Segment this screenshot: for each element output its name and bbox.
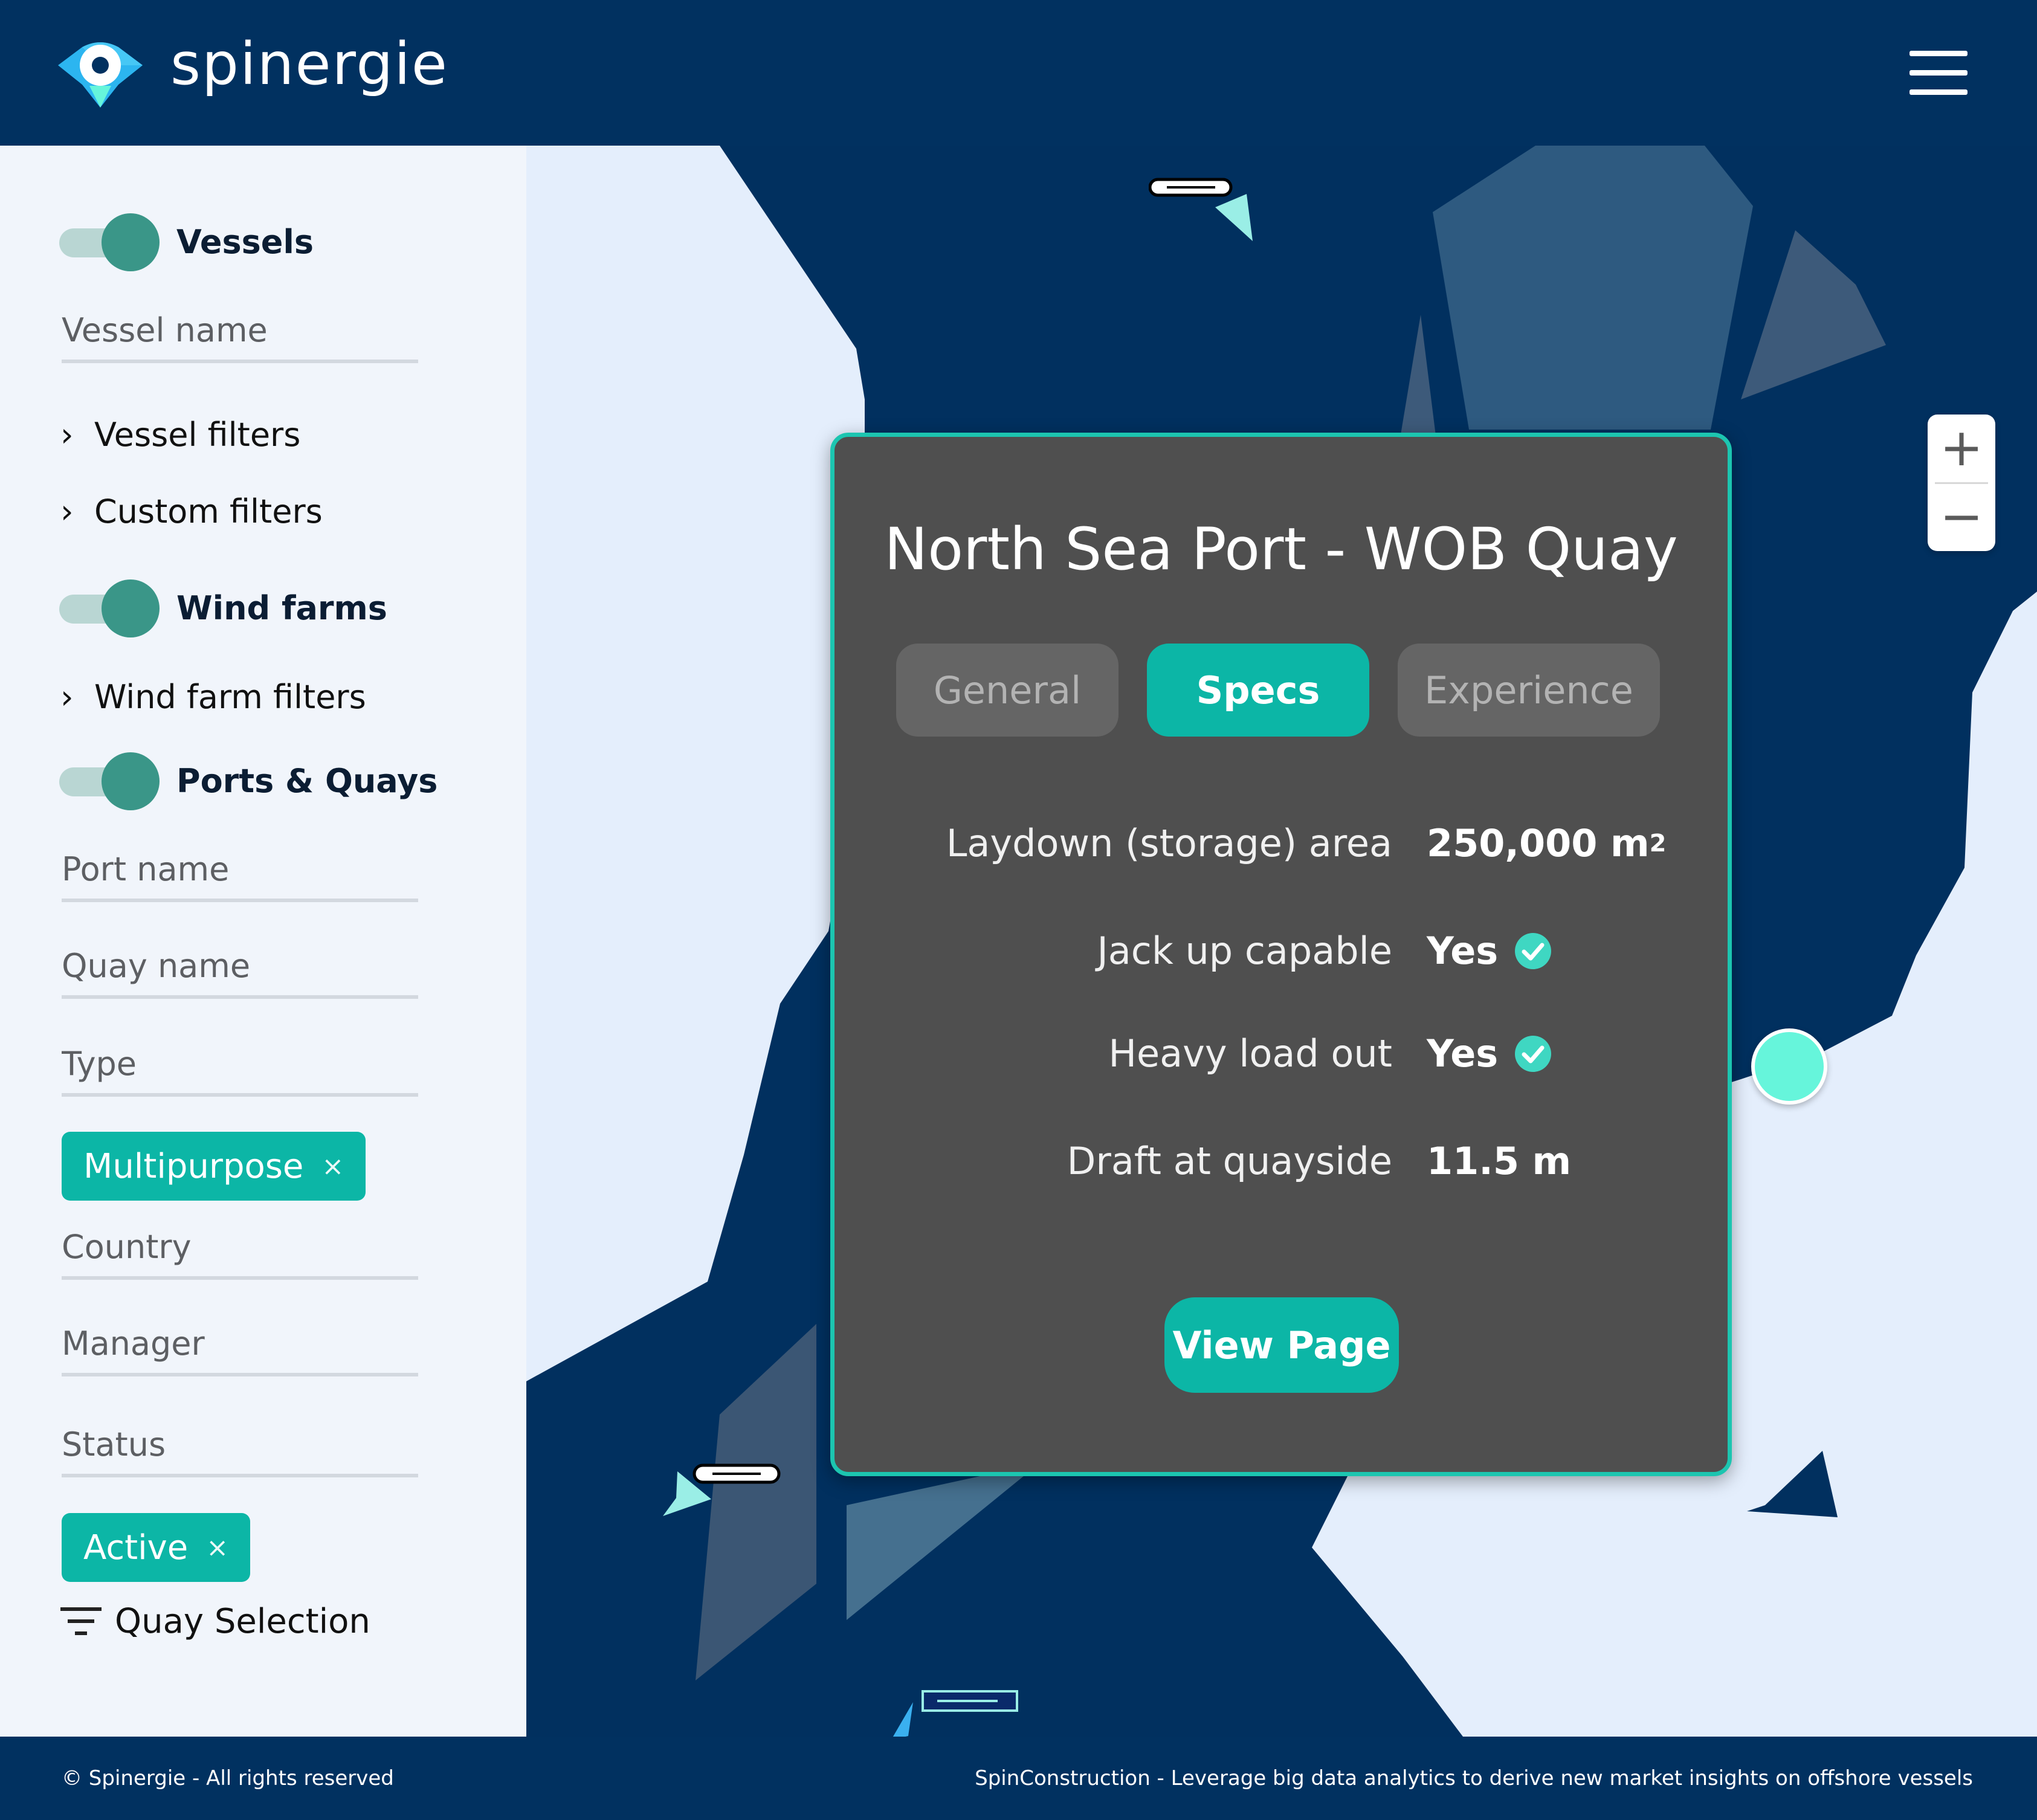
spec-label: Laydown (storage) area [946,821,1392,865]
spec-value-text: Yes [1427,1031,1499,1076]
vessel-name-input[interactable] [62,303,418,357]
status-chip-active[interactable]: Active × [62,1513,251,1582]
manager-field [62,1316,418,1376]
chevron-right-icon: › [60,416,74,454]
port-name-field [62,842,418,902]
spec-value-text: 11.5 m [1427,1139,1572,1183]
spec-row-heavy-load: Heavy load out Yes [834,1027,1728,1081]
check-circle-icon [1515,933,1552,969]
chevron-right-icon: › [60,678,74,716]
wind-farms-label: Wind farms [176,589,387,627]
spec-row-draft: Draft at quayside 11.5 m [834,1134,1728,1189]
vessel-name-field [62,303,418,363]
spec-row-jack-up: Jack up capable Yes [834,924,1728,978]
chip-label: Active [83,1528,189,1567]
port-location-marker[interactable] [1751,1028,1827,1105]
popup-title: North Sea Port - WOB Quay [884,515,1678,583]
quay-selection-button[interactable]: Quay Selection [60,1602,370,1641]
wind-farms-toggle[interactable] [59,579,162,640]
port-name-input[interactable] [62,842,418,896]
country-field [62,1219,418,1280]
view-page-button[interactable]: View Page [1164,1297,1399,1393]
ports-quays-label: Ports & Quays [176,762,438,800]
copyright-text: © Spinergie - All rights reserved [62,1766,394,1790]
close-icon[interactable]: × [206,1532,228,1563]
field-underline [62,1093,418,1097]
field-underline [62,1474,418,1477]
spec-value: Yes [1427,924,1552,978]
hamburger-icon [1909,51,1968,56]
vessels-label: Vessels [176,223,314,261]
wind-farm-filters-expander[interactable]: › Wind farm filters [60,673,366,721]
vessel-marker[interactable] [889,1686,1028,1737]
tab-general[interactable]: General [896,644,1119,737]
type-field [62,1036,418,1097]
spec-label: Jack up capable [1097,929,1393,973]
zoom-out-button[interactable]: − [1928,483,1995,550]
field-underline [62,995,418,999]
quay-selection-label: Quay Selection [115,1602,370,1641]
wind-farm-filters-label: Wind farm filters [94,678,366,716]
custom-filters-expander[interactable]: › Custom filters [60,488,323,536]
field-underline [62,1373,418,1376]
map-zoom-controls: + − [1928,415,1995,551]
status-field [62,1417,418,1477]
brand-name[interactable]: spinergie [170,28,448,100]
spec-value-superscript: 2 [1649,830,1667,857]
custom-filters-label: Custom filters [94,492,323,531]
filter-list-icon [60,1607,102,1635]
toggle-knob [102,213,160,271]
ports-quays-toggle[interactable] [59,752,162,813]
type-chip-multipurpose[interactable]: Multipurpose × [62,1132,366,1201]
app-header: spinergie [0,0,2037,146]
chip-label: Multipurpose [83,1146,304,1186]
vessel-marker[interactable] [1149,177,1257,250]
spec-value: 250,000 m2 [1427,816,1666,871]
spec-label: Draft at quayside [1067,1139,1392,1183]
vessel-filters-label: Vessel filters [94,416,301,454]
zoom-in-button[interactable]: + [1928,415,1995,481]
footer-tagline: SpinConstruction - Leverage big data ana… [975,1766,1973,1790]
toggle-knob [102,579,160,637]
spec-value-text: 250,000 m [1427,821,1650,865]
field-underline [62,899,418,902]
filter-sidebar: Vessels › Vessel filters › Custom filter… [0,146,526,1737]
toggle-knob [102,752,160,810]
manager-input[interactable] [62,1316,418,1370]
country-input[interactable] [62,1219,418,1274]
spec-value: 11.5 m [1427,1134,1571,1189]
vessel-filters-expander[interactable]: › Vessel filters [60,411,300,459]
vessels-toggle[interactable] [59,213,162,274]
app-footer: © Spinergie - All rights reserved SpinCo… [0,1737,2037,1820]
type-input[interactable] [62,1036,418,1091]
port-info-popup: North Sea Port - WOB Quay General Specs … [830,433,1732,1476]
field-underline [62,1276,418,1280]
status-input[interactable] [62,1417,418,1471]
spec-row-laydown: Laydown (storage) area 250,000 m2 [834,816,1728,871]
hamburger-bar [1909,89,1968,95]
check-circle-icon [1515,1036,1552,1072]
spec-label: Heavy load out [1108,1031,1392,1076]
quay-name-input[interactable] [62,938,418,993]
spec-value: Yes [1427,1027,1552,1081]
close-icon[interactable]: × [321,1151,344,1182]
tab-experience[interactable]: Experience [1398,644,1660,737]
hamburger-menu-button[interactable] [1909,51,1968,95]
hamburger-bar [1909,70,1968,76]
chevron-right-icon: › [60,492,74,531]
tab-specs[interactable]: Specs [1147,644,1369,737]
quay-name-field [62,938,418,999]
field-underline [62,360,418,363]
location-pin-eye-icon[interactable] [58,36,143,109]
vessel-marker[interactable] [653,1462,786,1534]
spec-value-text: Yes [1427,929,1499,973]
